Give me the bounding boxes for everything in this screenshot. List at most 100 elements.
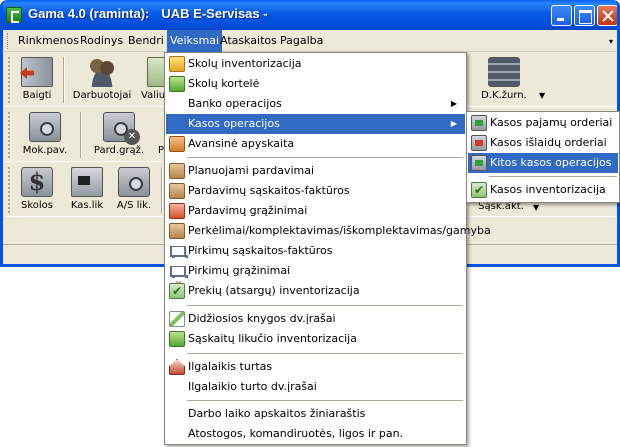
- menu-item-label: Ilgalaikis turtas: [188, 360, 273, 373]
- menu-item-cash-operations[interactable]: Kasos operacijos ▶: [166, 114, 465, 134]
- menu-item-transfers[interactable]: Perkėlimai/komplektavimas/iškomplektavim…: [166, 221, 491, 241]
- purchase-invoice-icon: [169, 243, 188, 259]
- exit-button[interactable]: Baigti: [17, 55, 57, 105]
- submenu-arrow-icon: ▶: [450, 119, 457, 128]
- menu-item-fixed-asset-entries[interactable]: Ilgalaikio turto dv.įrašai: [166, 377, 465, 397]
- menu-item-label: Skolų inventorizacija: [188, 57, 302, 70]
- menu-rodinys[interactable]: Rodinys: [77, 30, 126, 52]
- menu-item-purchase-returns[interactable]: Pirkimų grąžinimai: [166, 261, 465, 281]
- title-company: UAB E-Servisas -: [161, 6, 268, 21]
- menubar-overflow-icon[interactable]: ▾: [609, 37, 613, 46]
- maximize-button[interactable]: [574, 5, 595, 26]
- journal-button[interactable]: D.K.žurn.: [475, 55, 533, 105]
- menu-item-label: Sąskaitų likučio inventorizacija: [188, 332, 357, 345]
- menu-item-label: Darbo laiko apskaitos žiniaraštis: [188, 407, 366, 420]
- payment-order-button[interactable]: Mok.pav.: [17, 110, 73, 160]
- sales-return-icon: [169, 203, 185, 219]
- toolbar-grip[interactable]: [8, 57, 11, 103]
- cash-inventory-icon: [471, 180, 487, 200]
- exit-label: Baigti: [22, 90, 52, 101]
- menu-item-debt-card[interactable]: Skolų kortelė: [166, 74, 465, 94]
- title-bar[interactable]: Gama 4.0 (raminta): UAB E-Servisas -: [3, 0, 617, 30]
- menu-item-leave[interactable]: Atostogos, komandiruotės, ligos ir pan.: [166, 424, 465, 444]
- menu-item-purchase-invoices[interactable]: Pirkimų sąskaitos-faktūros: [166, 241, 465, 261]
- cash-operations-submenu: Kasos pajamų orderiai Kasos išlaidų orde…: [466, 111, 620, 203]
- toolbar-balances: $ Skolos Kas.lik A/S lik.: [5, 163, 170, 217]
- fixed-assets-icon: [169, 359, 185, 375]
- account-balance-icon: [118, 167, 150, 197]
- menu-item-label: Pardavimų sąskaitos-faktūros: [188, 184, 350, 197]
- submenu-item-cash-expenses[interactable]: Kasos išlaidų orderiai: [468, 133, 618, 153]
- menu-item-label: Skolų kortelė: [188, 77, 260, 90]
- toolbar-separator: [63, 57, 65, 103]
- submenu-item-label: Kitos kasos operacijos: [490, 156, 612, 169]
- ledger-entry-icon: [169, 311, 185, 327]
- submenu-item-cash-inventory[interactable]: Kasos inventorizacija: [468, 180, 618, 200]
- employees-button[interactable]: Darbuotojai: [69, 55, 135, 105]
- menu-item-debt-inventory[interactable]: Skolų inventorizacija: [166, 54, 465, 74]
- window-title: Gama 4.0 (raminta): UAB E-Servisas -: [28, 6, 268, 21]
- account-act-button[interactable]: Sąsk.akt.: [473, 201, 529, 215]
- menu-item-label: Banko operacijos: [188, 97, 282, 110]
- menu-item-label: Ilgalaikio turto dv.įrašai: [188, 380, 317, 393]
- menu-item-ledger-entries[interactable]: Didžiosios knygos dv.įrašai: [166, 309, 465, 329]
- cash-expense-icon: [471, 135, 487, 151]
- app-icon: [6, 7, 22, 23]
- menubar-grip[interactable]: [7, 33, 10, 49]
- toolbar-grip[interactable]: [8, 112, 11, 158]
- menu-item-planned-sales[interactable]: Planuojami pardavimai: [166, 161, 465, 181]
- menu-item-label: Kasos operacijos: [188, 117, 280, 130]
- cash-balance-button[interactable]: Kas.lik: [65, 165, 109, 215]
- menu-item-label: Pardavimų grąžinimai: [188, 204, 308, 217]
- menu-item-stock-inventory[interactable]: Prekių (atsargų) inventorizacija: [166, 281, 465, 301]
- account-balance-inventory-icon: [169, 331, 185, 347]
- title-app: Gama 4.0 (raminta):: [28, 6, 150, 21]
- menu-item-timesheet[interactable]: Darbo laiko apskaitos žiniaraštis: [166, 404, 465, 424]
- menu-rinkmenos[interactable]: Rinkmenos: [15, 30, 82, 52]
- minimize-button[interactable]: [551, 5, 572, 26]
- sales-invoice-icon: [169, 183, 185, 199]
- other-cash-ops-icon: [471, 155, 487, 171]
- toolbar-payments: Mok.pav. Pard.grąž. P: [5, 108, 170, 162]
- close-button[interactable]: [597, 5, 617, 26]
- employees-icon: [86, 57, 118, 87]
- debt-inventory-icon: [169, 56, 185, 72]
- menu-item-bank-operations[interactable]: Banko operacijos ▶: [166, 94, 465, 114]
- menu-item-fixed-assets[interactable]: Ilgalaikis turtas: [166, 357, 465, 377]
- menu-separator: [489, 176, 617, 177]
- menu-ataskaitos[interactable]: Ataskaitos: [217, 30, 280, 52]
- menu-item-label: Avansinė apyskaita: [188, 137, 295, 150]
- purchase-return-icon: [169, 263, 188, 279]
- debts-button[interactable]: $ Skolos: [17, 165, 57, 215]
- submenu-arrow-icon: ▶: [450, 99, 457, 108]
- sales-return-button[interactable]: Pard.grąž.: [89, 110, 149, 160]
- journal-label: D.K.žurn.: [481, 90, 527, 101]
- menu-item-label: Atostogos, komandiruotės, ligos ir pan.: [188, 427, 404, 440]
- chevron-down-icon[interactable]: ▼: [533, 203, 539, 212]
- chevron-down-icon[interactable]: ▼: [539, 91, 545, 100]
- toolbar-grip[interactable]: [8, 167, 11, 213]
- transfer-icon: [169, 223, 185, 239]
- menu-separator: [187, 157, 463, 158]
- account-balance-label: A/S lik.: [116, 200, 152, 211]
- menu-item-sales-returns[interactable]: Pardavimų grąžinimai: [166, 201, 465, 221]
- cash-balance-label: Kas.lik: [70, 200, 104, 211]
- menu-item-sales-invoices[interactable]: Pardavimų sąskaitos-faktūros: [166, 181, 465, 201]
- menu-separator: [187, 305, 463, 306]
- menu-item-account-balance-inventory[interactable]: Sąskaitų likučio inventorizacija: [166, 329, 465, 349]
- menu-item-label: Perkėlimai/komplektavimas/iškomplektavim…: [188, 224, 491, 237]
- toolbar-separator: [161, 167, 163, 213]
- submenu-item-other-cash-ops[interactable]: Kitos kasos operacijos: [468, 153, 618, 173]
- menu-item-advance-report[interactable]: Avansinė apyskaita: [166, 134, 465, 154]
- stock-inventory-icon: [169, 281, 185, 301]
- menu-item-label: Pirkimų grąžinimai: [188, 264, 291, 277]
- planned-sales-icon: [169, 163, 185, 179]
- submenu-item-cash-receipts[interactable]: Kasos pajamų orderiai: [468, 113, 618, 133]
- debts-icon: $: [21, 167, 53, 197]
- menu-veiksmai[interactable]: Veiksmai: [167, 30, 223, 52]
- cash-receipt-icon: [471, 115, 487, 131]
- menu-pagalba[interactable]: Pagalba: [277, 30, 326, 52]
- menu-bendri[interactable]: Bendri: [125, 30, 167, 52]
- menu-item-label: Pirkimų sąskaitos-faktūros: [188, 244, 333, 257]
- account-balance-button[interactable]: A/S lik.: [113, 165, 155, 215]
